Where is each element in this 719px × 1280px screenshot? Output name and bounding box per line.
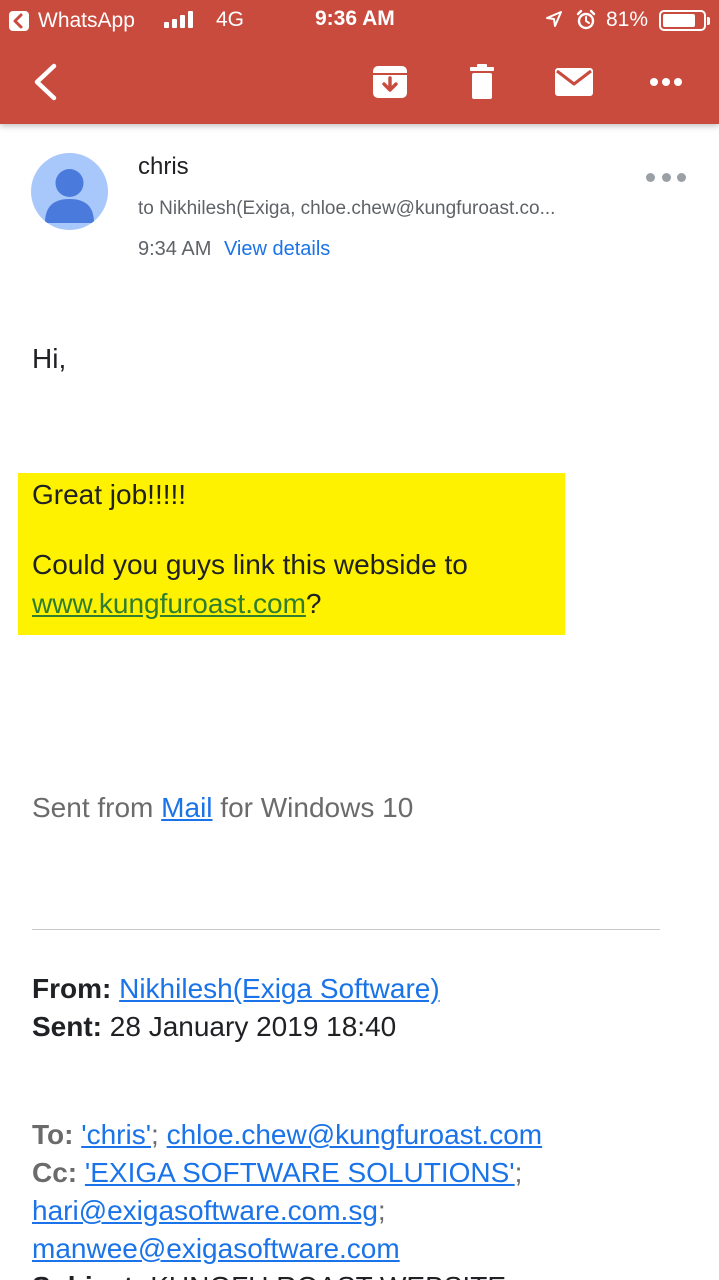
quoted-subject: Subject: KUNGFU ROAST WEBSITE [32,1268,506,1280]
quoted-to: To: 'chris'; chloe.chew@kungfuroast.com [32,1116,542,1154]
network-type: 4G [216,8,245,31]
back-button[interactable] [20,40,70,124]
avatar[interactable] [31,153,108,230]
location-icon [546,11,562,27]
message-time: 9:34 AM [138,238,212,260]
status-bar: WhatsApp 4G 9:36 AM 81% [0,0,719,40]
back-to-app[interactable]: WhatsApp [8,9,135,33]
from-label: From: [32,973,112,1004]
quoted-from: From: Nikhilesh(Exiga Software) [32,970,440,1008]
cc-link-hari[interactable]: hari@exigasoftware.com.sg [32,1195,378,1226]
more-dot-icon [677,172,686,182]
more-options-button[interactable] [640,40,692,124]
more-dot-icon [661,172,671,182]
sent-value: 28 January 2019 18:40 [109,1011,397,1042]
quote-divider [32,929,660,930]
highlight-suffix: ? [305,588,322,619]
signature: Sent from Mail for Windows 10 [32,792,413,824]
to-label: To: [32,1119,74,1150]
website-link[interactable]: www.kungfuroast.com [32,588,306,619]
cc-link-manwee[interactable]: manwee@exigasoftware.com [32,1233,400,1264]
quoted-cc-manwee: manwee@exigasoftware.com [32,1230,400,1268]
quoted-cc-hari: hari@exigasoftware.com.sg; [32,1192,386,1230]
mail-app-link[interactable]: Mail [161,792,212,823]
from-link[interactable]: Nikhilesh(Exiga Software) [119,973,440,1004]
toolbar [0,40,719,124]
message-more-button[interactable] [646,166,686,188]
cc-link-exiga[interactable]: 'EXIGA SOFTWARE SOLUTIONS' [85,1157,515,1188]
more-dot-icon [646,172,655,182]
to-link-chris[interactable]: 'chris' [81,1119,151,1150]
cc-separator: ; [514,1157,523,1188]
message-meta: 9:34 AM View details [138,238,330,261]
view-details-link[interactable]: View details [224,238,330,260]
cc-label: Cc: [32,1157,78,1188]
greeting-text: Hi, [32,343,67,374]
highlight-line-1: Great job!!!!! [32,479,187,510]
cc-separator-2: ; [377,1195,386,1226]
archive-icon [373,66,407,98]
signature-suffix: for Windows 10 [212,792,414,823]
trash-icon [470,64,494,99]
battery-icon [659,10,710,31]
quoted-cc: Cc: 'EXIGA SOFTWARE SOLUTIONS'; [32,1154,522,1192]
recipients-summary[interactable]: to Nikhilesh(Exiga, chloe.chew@kungfuroa… [138,198,618,220]
highlighted-block: Great job!!!!! Could you guys link this … [18,473,565,635]
quoted-sent: Sent: 28 January 2019 18:40 [32,1008,396,1046]
status-time: 9:36 AM [315,7,395,30]
highlight-text: Could you guys link this webside to [32,549,468,580]
archive-button[interactable] [364,40,416,124]
more-horizontal-icon [650,78,682,86]
person-icon [45,169,94,223]
envelope-icon [555,68,593,96]
sender-name[interactable]: chris [138,153,189,181]
sent-label: Sent: [32,1011,102,1042]
subject-value: KUNGFU ROAST WEBSITE [150,1271,506,1280]
back-app-label: WhatsApp [38,9,135,32]
app-bar: WhatsApp 4G 9:36 AM 81% [0,0,719,124]
signal-icon [164,11,193,28]
signature-prefix: Sent from [32,792,162,823]
delete-button[interactable] [456,40,508,124]
subject-label: Subject: [32,1271,142,1280]
to-link-chloe[interactable]: chloe.chew@kungfuroast.com [167,1119,543,1150]
back-to-app-icon [9,11,29,31]
battery-percent: 81% [606,8,649,31]
back-arrow-icon [34,63,57,101]
alarm-icon [576,9,596,30]
to-separator: ; [151,1119,159,1150]
mark-unread-button[interactable] [548,40,600,124]
highlight-line-2: Could you guys link this webside to www.… [32,545,552,623]
